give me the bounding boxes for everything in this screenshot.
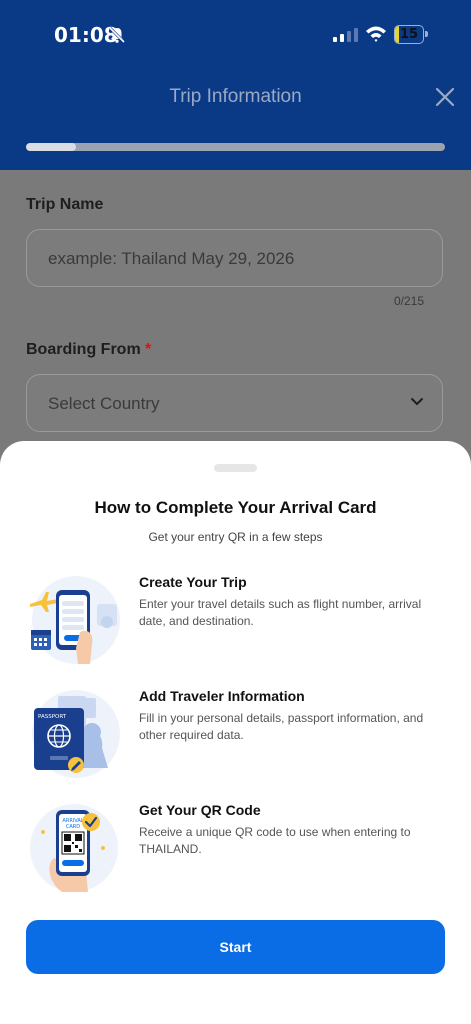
sheet-drag-handle[interactable] (214, 464, 257, 472)
trip-name-counter: 0/215 (393, 294, 424, 308)
close-icon[interactable] (434, 86, 456, 108)
app-header: 01:08 15 Trip Information (0, 0, 471, 170)
progress-fill (26, 143, 77, 151)
country-select[interactable]: Select Country (26, 374, 443, 432)
trip-name-placeholder: example: Thailand May 29, 2026 (48, 249, 295, 268)
battery-indicator: 15 (394, 25, 428, 44)
step-add-traveler: PASSPORT Add Traveler Information Fill i… (0, 688, 471, 788)
boarding-from-text: Boarding From (26, 341, 141, 358)
chevron-down-icon (411, 398, 423, 405)
step-progress-bar (26, 143, 445, 151)
step-description: Fill in your personal details, passport … (139, 711, 424, 742)
country-placeholder: Select Country (48, 394, 160, 413)
start-button[interactable]: Start (26, 920, 445, 974)
trip-name-label: Trip Name (26, 196, 104, 213)
battery-cap (425, 31, 428, 37)
bell-muted-icon (108, 26, 126, 44)
phone-form-illustration (30, 576, 120, 664)
step-description: Enter your travel details such as flight… (139, 597, 422, 628)
qr-phone-illustration: ARRIVAL CARD (30, 804, 118, 892)
trip-name-input[interactable]: example: Thailand May 29, 2026 (26, 229, 443, 287)
step-create-trip: Create Your Trip Enter your travel detai… (0, 574, 471, 674)
battery-percentage: 15 (399, 27, 419, 42)
arrival-card-label-2: CARD (66, 824, 80, 830)
step-title: Get Your QR Code (139, 802, 261, 818)
page-title: Trip Information (169, 86, 302, 107)
step-get-qr: ARRIVAL CARD Get Your QR Code Receive a … (0, 802, 471, 902)
sheet-subtitle: Get your entry QR in a few steps (148, 530, 323, 544)
how-to-bottom-sheet: How to Complete Your Arrival Card Get yo… (0, 441, 471, 1024)
step-title: Create Your Trip (139, 574, 247, 590)
step-title: Add Traveler Information (139, 688, 305, 704)
passport-cover-label: PASSPORT (38, 714, 67, 720)
sheet-title: How to Complete Your Arrival Card (94, 498, 377, 517)
boarding-from-label: Boarding From * (26, 341, 151, 359)
passport-illustration: PASSPORT (32, 690, 120, 778)
required-mark: * (145, 341, 152, 358)
wifi-icon (366, 26, 386, 42)
step-description: Receive a unique QR code to use when ent… (139, 825, 411, 856)
status-bar: 01:08 15 (0, 0, 471, 70)
cellular-signal-icon (333, 28, 358, 42)
